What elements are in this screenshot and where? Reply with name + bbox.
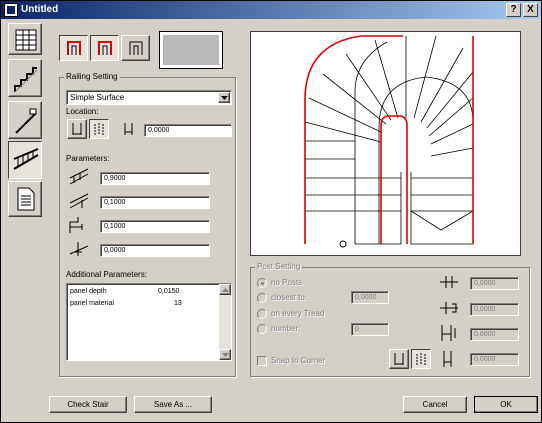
railing-type-select[interactable]: Simple Surface bbox=[66, 90, 232, 105]
on-every-tread-label: on every Tread bbox=[271, 309, 325, 318]
post-setting-label: Post Setting bbox=[255, 262, 303, 271]
post-inside-icon bbox=[394, 353, 404, 365]
post-center-icon bbox=[416, 353, 426, 365]
sidebar-item-listing[interactable] bbox=[8, 181, 42, 217]
stair-section-icon bbox=[14, 67, 38, 93]
close-button[interactable]: X bbox=[523, 3, 538, 17]
sidebar-item-grid[interactable] bbox=[8, 23, 42, 55]
stringer-icon bbox=[15, 108, 37, 134]
location-center-icon bbox=[94, 123, 104, 135]
param-field-3[interactable]: 0,1000 bbox=[100, 220, 210, 233]
post-width-icon bbox=[440, 276, 458, 288]
check-stair-button[interactable]: Check Stair bbox=[49, 396, 127, 413]
list-item[interactable]: panel material 13 bbox=[70, 300, 210, 310]
chevron-up-icon bbox=[222, 288, 229, 292]
sidebar-item-railing[interactable] bbox=[8, 141, 42, 179]
post-offset-icon bbox=[441, 325, 456, 341]
additional-parameters-list[interactable]: panel depth 0,0150 panel material 13 bbox=[66, 283, 232, 361]
number-field[interactable]: 0 bbox=[351, 323, 389, 336]
param-name: panel material bbox=[70, 300, 114, 307]
ok-button[interactable]: OK bbox=[474, 396, 538, 413]
scroll-down-button[interactable] bbox=[219, 349, 231, 360]
number-label: number: bbox=[271, 324, 301, 333]
no-posts-label: no Posts bbox=[271, 278, 303, 287]
help-button[interactable]: ? bbox=[506, 3, 521, 17]
location-offset-icon bbox=[124, 123, 133, 135]
rail-gap-icon bbox=[69, 193, 89, 209]
railing-left-icon bbox=[67, 41, 81, 55]
save-as-button[interactable]: Save As ... bbox=[134, 396, 212, 413]
railing-type-value: Simple Surface bbox=[70, 93, 125, 102]
location-inside-button[interactable] bbox=[67, 119, 87, 139]
rail-height-icon bbox=[69, 168, 89, 185]
rail-offset-icon bbox=[69, 217, 83, 233]
railing-type-left[interactable] bbox=[59, 35, 88, 61]
param-value: 13 bbox=[174, 300, 182, 307]
railing-setting-group: Railing Setting Simple Surface Location:… bbox=[59, 72, 236, 377]
rail-elevation-icon bbox=[69, 242, 89, 256]
post-value-1[interactable]: 0,0000 bbox=[470, 277, 519, 290]
param-field-4[interactable]: 0,0000 bbox=[100, 244, 210, 257]
radio-closest-to[interactable] bbox=[257, 293, 267, 303]
dropdown-arrow[interactable] bbox=[218, 92, 230, 103]
snap-to-corner-checkbox[interactable] bbox=[257, 356, 267, 366]
dialog-window: Untitled ? X Railing Setting Simple Surf… bbox=[0, 0, 542, 423]
stair-preview bbox=[250, 31, 521, 256]
closest-to-label: closest to: bbox=[271, 293, 308, 302]
list-scrollbar[interactable] bbox=[219, 284, 231, 360]
table-icon bbox=[15, 29, 37, 51]
param-value: 0,0150 bbox=[158, 288, 180, 295]
param-field-2[interactable]: 0,1000 bbox=[100, 196, 210, 209]
param-field-1[interactable]: 0,9000 bbox=[100, 172, 210, 185]
param-name: panel depth bbox=[70, 288, 107, 295]
post-setting-group: Post Setting no Posts closest to: 0,0000… bbox=[250, 262, 530, 377]
railing-type-both[interactable] bbox=[90, 35, 119, 61]
sidebar-item-stringer[interactable] bbox=[8, 101, 42, 139]
list-item[interactable]: panel depth 0,0150 bbox=[70, 288, 210, 298]
stair-plan-drawing bbox=[304, 35, 474, 248]
material-swatch[interactable] bbox=[159, 31, 223, 69]
chevron-down-icon bbox=[222, 353, 229, 357]
cancel-button[interactable]: Cancel bbox=[403, 396, 467, 413]
scroll-up-button[interactable] bbox=[219, 284, 231, 295]
title-bar: Untitled ? X bbox=[1, 1, 541, 19]
window-title: Untitled bbox=[21, 4, 59, 15]
post-value-3[interactable]: 0,0000 bbox=[470, 328, 519, 341]
radio-number[interactable] bbox=[257, 324, 267, 334]
radio-on-every-tread[interactable] bbox=[257, 309, 267, 319]
post-value-2[interactable]: 0,0000 bbox=[470, 303, 519, 316]
post-value-4[interactable]: 0,0000 bbox=[470, 353, 519, 366]
closest-to-field[interactable]: 0,0000 bbox=[351, 291, 389, 304]
location-label: Location: bbox=[66, 107, 99, 116]
post-spacing-icon bbox=[443, 351, 452, 367]
radio-no-posts[interactable] bbox=[257, 278, 267, 288]
location-offset-field[interactable]: 0,0000 bbox=[144, 124, 232, 137]
additional-parameters-label: Additional Parameters: bbox=[66, 270, 147, 279]
parameters-label: Parameters: bbox=[66, 154, 110, 163]
app-icon bbox=[4, 3, 18, 17]
sidebar-item-stair-section[interactable] bbox=[8, 59, 42, 97]
railing-right-icon bbox=[129, 41, 143, 55]
swatch-fill bbox=[163, 35, 219, 65]
railing-type-right[interactable] bbox=[121, 35, 150, 61]
snap-to-corner-label: Snap to Corner bbox=[271, 356, 326, 365]
railing-both-icon bbox=[98, 41, 112, 55]
location-center-button[interactable] bbox=[89, 119, 109, 139]
railing-setting-label: Railing Setting bbox=[64, 72, 120, 81]
chevron-down-icon bbox=[221, 96, 228, 100]
post-depth-icon bbox=[440, 302, 458, 314]
railing-icon bbox=[13, 148, 39, 170]
post-location-center-button[interactable] bbox=[411, 349, 431, 369]
document-icon bbox=[17, 187, 35, 211]
post-location-inside-button[interactable] bbox=[389, 349, 409, 369]
location-inside-icon bbox=[72, 123, 82, 135]
